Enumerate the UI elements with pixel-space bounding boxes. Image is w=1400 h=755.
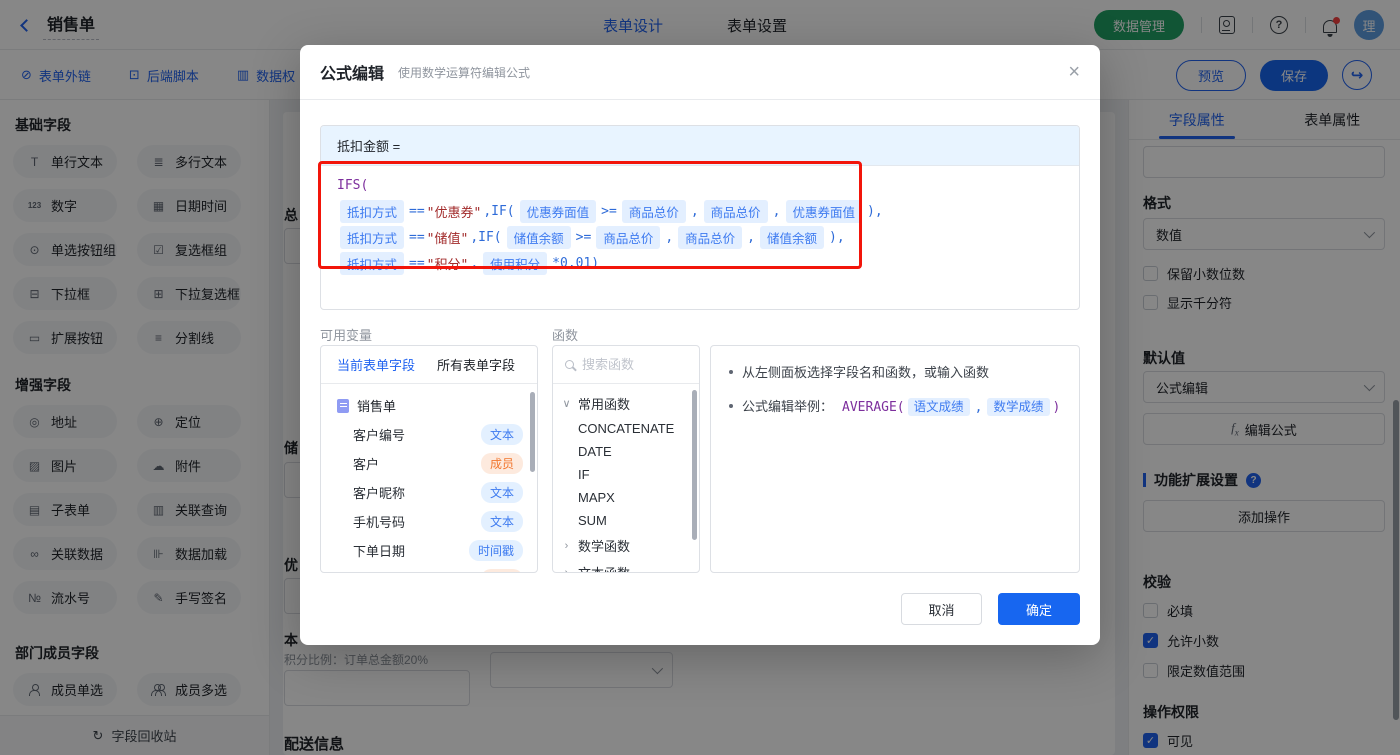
formula-token-field[interactable]: 商品总价 bbox=[678, 226, 742, 249]
formula-token-field[interactable]: 商品总价 bbox=[622, 200, 686, 223]
function-search-input[interactable] bbox=[582, 357, 677, 372]
bullet-icon bbox=[729, 370, 733, 374]
variables-tree-root[interactable]: 销售单 bbox=[321, 391, 537, 420]
tab-current-form-fields[interactable]: 当前表单字段 bbox=[337, 355, 415, 374]
formula-input-area[interactable]: IFS(抵扣方式=="优惠券",IF(优惠券面值>=商品总价,商品总价,优惠券面… bbox=[321, 166, 1079, 276]
formula-token-op: == bbox=[409, 230, 425, 245]
formula-token-op: , bbox=[773, 204, 781, 219]
variable-field-row[interactable]: 客户成员 bbox=[321, 449, 537, 478]
search-icon bbox=[565, 360, 574, 369]
dialog-header: 公式编辑 使用数学运算符编辑公式 × bbox=[300, 45, 1100, 100]
bullet-icon bbox=[729, 404, 733, 408]
formula-token-field[interactable]: 使用积分 bbox=[483, 252, 547, 275]
formula-token-field[interactable]: 商品总价 bbox=[704, 200, 768, 223]
field-type-badge: 时间戳 bbox=[469, 540, 523, 561]
formula-token-field[interactable]: 储值余额 bbox=[760, 226, 824, 249]
formula-token-field[interactable]: 优惠券面值 bbox=[786, 200, 863, 223]
chevron-down-icon: ∨ bbox=[562, 397, 571, 410]
dialog-subtitle: 使用数学运算符编辑公式 bbox=[398, 64, 530, 81]
function-item[interactable]: SUM bbox=[553, 509, 699, 532]
formula-token-op: , bbox=[665, 230, 673, 245]
formula-token-kw: IFS( bbox=[337, 178, 368, 193]
formula-line: 抵扣方式 =="积分", 使用积分 *0.01) bbox=[321, 250, 1079, 276]
variable-field-row[interactable]: 制单人成员 bbox=[321, 565, 537, 573]
dialog-title: 公式编辑 bbox=[320, 60, 384, 84]
formula-line: IFS( bbox=[321, 172, 1079, 198]
functions-label: 函数 bbox=[552, 325, 578, 344]
formula-line: 抵扣方式 =="储值",IF( 储值余额 >= 商品总价, 商品总价, 储值余额), bbox=[321, 224, 1079, 250]
variables-label: 可用变量 bbox=[320, 325, 372, 344]
formula-token-field[interactable]: 抵扣方式 bbox=[340, 252, 404, 275]
formula-token-field[interactable]: 数学成绩 bbox=[987, 398, 1049, 416]
function-item[interactable]: DATE bbox=[553, 440, 699, 463]
formula-edit-dialog: 公式编辑 使用数学运算符编辑公式 × 抵扣金额 = IFS(抵扣方式=="优惠券… bbox=[300, 45, 1100, 645]
confirm-button[interactable]: 确定 bbox=[998, 593, 1080, 625]
formula-token-field[interactable]: 抵扣方式 bbox=[340, 200, 404, 223]
form-doc-icon bbox=[337, 399, 349, 413]
formula-token-op: >= bbox=[576, 230, 592, 245]
formula-token-op: ), bbox=[867, 204, 883, 219]
formula-token-op: , bbox=[691, 204, 699, 219]
field-type-badge: 文本 bbox=[481, 424, 523, 445]
function-item[interactable]: IF bbox=[553, 463, 699, 486]
variable-field-row[interactable]: 手机号码文本 bbox=[321, 507, 537, 536]
formula-editor: 抵扣金额 = IFS(抵扣方式=="优惠券",IF(优惠券面值>=商品总价,商品… bbox=[320, 125, 1080, 310]
formula-token-op: == bbox=[409, 256, 425, 271]
tab-all-form-fields[interactable]: 所有表单字段 bbox=[437, 355, 515, 374]
function-item[interactable]: MAPX bbox=[553, 486, 699, 509]
formula-token-str: "优惠券" bbox=[427, 202, 482, 221]
functions-panel: ∨常用函数CONCATENATEDATEIFMAPXSUM›数学函数›文本函数 bbox=[552, 345, 700, 573]
variables-scrollbar[interactable] bbox=[530, 392, 535, 472]
variables-panel: 当前表单字段 所有表单字段 销售单客户编号文本客户成员客户昵称文本手机号码文本下… bbox=[320, 345, 538, 573]
formula-token-op: >= bbox=[601, 204, 617, 219]
tip-example-line: 公式编辑举例：AVERAGE(语文成绩,数学成绩) bbox=[729, 396, 1061, 415]
formula-token-field[interactable]: 储值余额 bbox=[507, 226, 571, 249]
tip-line: 从左侧面板选择字段名和函数，或输入函数 bbox=[729, 362, 1061, 381]
formula-line: 抵扣方式 =="优惠券",IF( 优惠券面值 >= 商品总价, 商品总价, 优惠券面值), bbox=[321, 198, 1079, 224]
formula-token-field[interactable]: 商品总价 bbox=[596, 226, 660, 249]
variable-field-row[interactable]: 客户编号文本 bbox=[321, 420, 537, 449]
formula-token-op: ,IF( bbox=[470, 230, 501, 245]
variable-field-row[interactable]: 客户昵称文本 bbox=[321, 478, 537, 507]
formula-token-str: "储值" bbox=[427, 228, 469, 247]
formula-target-bar: 抵扣金额 = bbox=[321, 126, 1079, 166]
field-type-badge: 文本 bbox=[481, 482, 523, 503]
function-group[interactable]: ∨常用函数 bbox=[553, 390, 699, 417]
formula-token-kw: AVERAGE( bbox=[842, 400, 905, 415]
field-type-badge: 成员 bbox=[481, 453, 523, 474]
variables-tabs: 当前表单字段 所有表单字段 bbox=[321, 346, 537, 384]
formula-token-op: , bbox=[470, 256, 478, 271]
variable-field-row[interactable]: 下单日期时间戳 bbox=[321, 536, 537, 565]
function-item[interactable]: CONCATENATE bbox=[553, 417, 699, 440]
field-type-badge: 成员 bbox=[481, 569, 523, 573]
close-icon[interactable]: × bbox=[1068, 62, 1080, 82]
functions-scrollbar[interactable] bbox=[692, 390, 697, 540]
chevron-right-icon: › bbox=[562, 540, 571, 552]
cancel-button[interactable]: 取消 bbox=[901, 593, 982, 625]
formula-token-op: == bbox=[409, 204, 425, 219]
function-group[interactable]: ›数学函数 bbox=[553, 532, 699, 559]
chevron-right-icon: › bbox=[562, 567, 571, 574]
formula-token-op: ), bbox=[829, 230, 845, 245]
formula-token-op: ,IF( bbox=[483, 204, 514, 219]
formula-token-field[interactable]: 抵扣方式 bbox=[340, 226, 404, 249]
formula-token-str: "积分" bbox=[427, 254, 469, 273]
formula-token-kw: ) bbox=[1053, 400, 1061, 415]
formula-token-op: , bbox=[747, 230, 755, 245]
field-type-badge: 文本 bbox=[481, 511, 523, 532]
formula-help-panel: 从左侧面板选择字段名和函数，或输入函数 公式编辑举例：AVERAGE(语文成绩,… bbox=[710, 345, 1080, 573]
formula-token-op: , bbox=[975, 400, 983, 415]
formula-token-field[interactable]: 语文成绩 bbox=[908, 398, 970, 416]
function-search-box bbox=[553, 346, 699, 384]
function-group[interactable]: ›文本函数 bbox=[553, 559, 699, 573]
formula-token-field[interactable]: 优惠券面值 bbox=[520, 200, 597, 223]
formula-token-op: *0.01) bbox=[552, 256, 599, 271]
